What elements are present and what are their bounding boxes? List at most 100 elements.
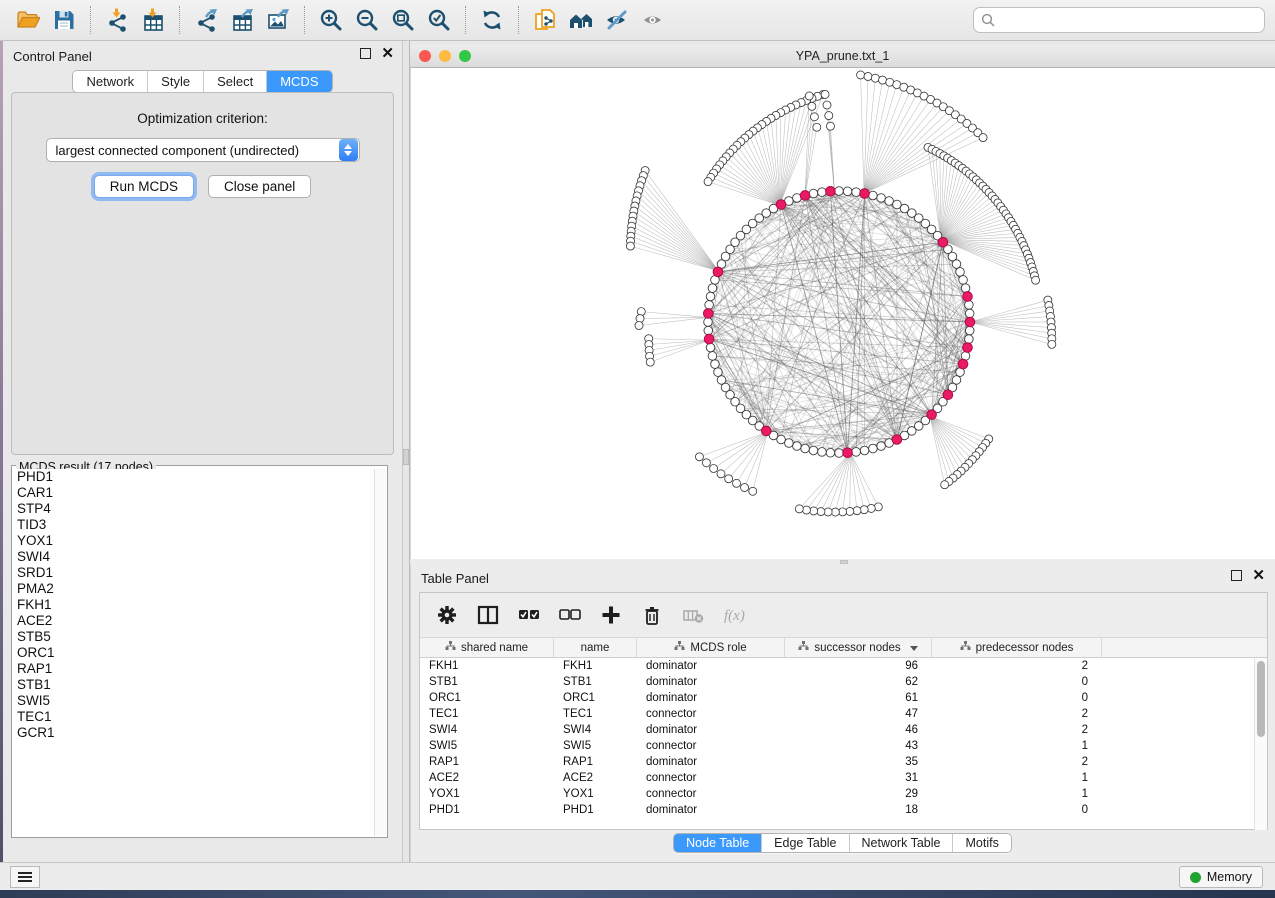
mcds-result-group: MCDS result (17 nodes) PHD1CAR1STP4TID3Y…: [11, 465, 388, 838]
mcds-result-item[interactable]: SWI4: [13, 549, 374, 565]
table-row[interactable]: STB1STB1dominator620: [420, 674, 1267, 690]
tree-icon: [445, 641, 456, 654]
table-row[interactable]: TEC1TEC1connector472: [420, 706, 1267, 722]
float-panel-icon[interactable]: [360, 48, 371, 59]
horizontal-splitter-grip[interactable]: [840, 560, 848, 564]
mcds-result-item[interactable]: STB5: [13, 629, 374, 645]
tab-style[interactable]: Style: [147, 71, 203, 92]
network-view-canvas[interactable]: [410, 68, 1275, 559]
mcds-result-item[interactable]: PMA2: [13, 581, 374, 597]
show-all-icon[interactable]: [635, 4, 671, 36]
table-cell: [1102, 674, 1267, 690]
table-row[interactable]: YOX1YOX1connector291: [420, 786, 1267, 802]
toolbar-separator: [518, 6, 519, 34]
table-cell: RAP1: [420, 754, 554, 770]
mcds-result-item[interactable]: RAP1: [13, 661, 374, 677]
select-all-icon[interactable]: [516, 602, 542, 628]
table-cell: YOX1: [554, 786, 637, 802]
mcds-result-scrollbar[interactable]: [374, 469, 386, 836]
table-row[interactable]: ORC1ORC1dominator610: [420, 690, 1267, 706]
mcds-result-item[interactable]: PHD1: [13, 469, 374, 485]
status-bar: Memory: [0, 862, 1275, 890]
table-row[interactable]: ACE2ACE2connector311: [420, 770, 1267, 786]
zoom-in-icon[interactable]: [313, 4, 349, 36]
settings-gear-icon[interactable]: [434, 602, 460, 628]
close-panel-icon[interactable]: ✕: [381, 48, 394, 59]
memory-button[interactable]: Memory: [1179, 866, 1263, 888]
criterion-dropdown[interactable]: largest connected component (undirected): [46, 138, 360, 162]
tab-node-table[interactable]: Node Table: [674, 834, 761, 852]
float-table-panel-icon[interactable]: [1231, 570, 1242, 581]
control-panel-tabs: NetworkStyleSelectMCDS: [3, 70, 402, 93]
export-image-icon[interactable]: [260, 4, 296, 36]
refresh-icon[interactable]: [474, 4, 510, 36]
table-cell: [1102, 690, 1267, 706]
tree-icon: [798, 641, 809, 654]
mcds-result-item[interactable]: ACE2: [13, 613, 374, 629]
delete-icon[interactable]: [639, 602, 665, 628]
mcds-result-item[interactable]: ORC1: [13, 645, 374, 661]
column-header-successor-nodes[interactable]: successor nodes: [785, 638, 932, 657]
mcds-result-item[interactable]: STP4: [13, 501, 374, 517]
mcds-result-item[interactable]: FKH1: [13, 597, 374, 613]
export-network-icon[interactable]: [188, 4, 224, 36]
import-table-icon[interactable]: [135, 4, 171, 36]
tab-network[interactable]: Network: [73, 71, 147, 92]
split-view-icon[interactable]: [475, 602, 501, 628]
mcds-result-list: PHD1CAR1STP4TID3YOX1SWI4SRD1PMA2FKH1ACE2…: [13, 469, 374, 836]
open-file-icon[interactable]: [10, 4, 46, 36]
first-neighbors-icon[interactable]: [563, 4, 599, 36]
control-panel-title: Control Panel: [13, 49, 92, 64]
hide-selected-icon[interactable]: [599, 4, 635, 36]
table-scrollbar[interactable]: [1254, 658, 1267, 830]
tab-select[interactable]: Select: [203, 71, 266, 92]
mcds-result-item[interactable]: SWI5: [13, 693, 374, 709]
mcds-result-item[interactable]: CAR1: [13, 485, 374, 501]
tab-motifs[interactable]: Motifs: [952, 834, 1010, 852]
control-panel: Control Panel ✕ NetworkStyleSelectMCDS O…: [3, 41, 402, 862]
vertical-splitter[interactable]: [402, 41, 410, 862]
table-row[interactable]: PHD1PHD1dominator180: [420, 802, 1267, 818]
table-cell: 46: [785, 722, 932, 738]
mcds-result-item[interactable]: GCR1: [13, 725, 374, 741]
table-row[interactable]: SWI5SWI5connector431: [420, 738, 1267, 754]
zoom-selected-icon[interactable]: [421, 4, 457, 36]
table-scrollbar-thumb[interactable]: [1257, 661, 1265, 737]
tab-network-table[interactable]: Network Table: [849, 834, 953, 852]
import-network-icon[interactable]: [99, 4, 135, 36]
table-cell: TEC1: [420, 706, 554, 722]
mcds-result-item[interactable]: SRD1: [13, 565, 374, 581]
close-table-panel-icon[interactable]: ✕: [1252, 570, 1265, 581]
save-session-icon[interactable]: [46, 4, 82, 36]
task-history-button[interactable]: [10, 866, 40, 888]
table-row[interactable]: SWI4SWI4dominator462: [420, 722, 1267, 738]
table-row[interactable]: RAP1RAP1dominator352: [420, 754, 1267, 770]
search-input[interactable]: [1000, 12, 1257, 29]
close-panel-button[interactable]: Close panel: [208, 175, 311, 198]
column-header-MCDS-role[interactable]: MCDS role: [637, 638, 785, 657]
export-table-icon[interactable]: [224, 4, 260, 36]
zoom-fit-icon[interactable]: [385, 4, 421, 36]
mcds-result-item[interactable]: STB1: [13, 677, 374, 693]
zoom-out-icon[interactable]: [349, 4, 385, 36]
column-header-name[interactable]: name: [554, 638, 637, 657]
tab-edge-table[interactable]: Edge Table: [761, 834, 848, 852]
column-header-predecessor-nodes[interactable]: predecessor nodes: [932, 638, 1102, 657]
mcds-result-item[interactable]: TID3: [13, 517, 374, 533]
deselect-all-icon[interactable]: [557, 602, 583, 628]
tab-mcds[interactable]: MCDS: [266, 71, 331, 92]
table-cell: connector: [637, 738, 785, 754]
table-cell: dominator: [637, 690, 785, 706]
vertical-splitter-grip[interactable]: [403, 449, 409, 465]
column-header-shared-name[interactable]: shared name: [420, 638, 554, 657]
table-cell: [1102, 706, 1267, 722]
column-header-label: successor nodes: [814, 642, 900, 654]
table-row[interactable]: FKH1FKH1dominator962: [420, 658, 1267, 674]
mcds-result-item[interactable]: YOX1: [13, 533, 374, 549]
table-cell: 18: [785, 802, 932, 818]
table-cell: 2: [932, 722, 1102, 738]
run-mcds-button[interactable]: Run MCDS: [94, 175, 194, 198]
add-icon[interactable]: [598, 602, 624, 628]
mcds-result-item[interactable]: TEC1: [13, 709, 374, 725]
clone-network-icon[interactable]: [527, 4, 563, 36]
